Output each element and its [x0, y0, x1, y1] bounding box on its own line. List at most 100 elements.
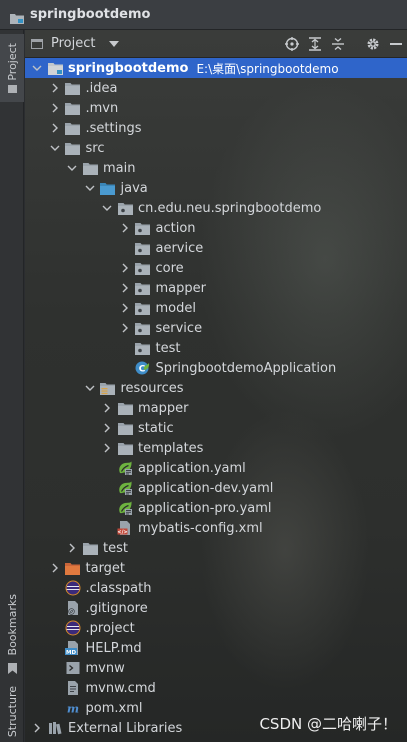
tree-node[interactable]: main: [25, 158, 407, 178]
tree-node-label: model: [155, 300, 196, 316]
chevron-right-icon[interactable]: [49, 118, 61, 138]
project-tool-tab[interactable]: Project: [0, 34, 24, 102]
tree-node[interactable]: cn.edu.neu.springbootdemo: [25, 198, 407, 218]
project-tool-icon: [7, 84, 17, 93]
tree-node[interactable]: .project: [25, 618, 407, 638]
tree-node[interactable]: </> mybatis-config.xml: [25, 518, 407, 538]
tree-node-label: src: [85, 140, 105, 156]
folder-res-icon: [100, 380, 116, 396]
tree-arrow-spacer: [49, 598, 61, 618]
chevron-down-icon[interactable]: [84, 378, 96, 398]
chevron-down-icon[interactable]: [31, 58, 43, 78]
expand-all-icon[interactable]: [303, 30, 326, 58]
eclipse-icon: [65, 580, 81, 596]
chevron-right-icon[interactable]: [119, 298, 131, 318]
chevron-right-icon[interactable]: [101, 398, 113, 418]
libraries-icon: [47, 720, 63, 736]
tree-node-label: springbootdemo: [68, 60, 189, 76]
tree-node[interactable]: .mvn: [25, 98, 407, 118]
tree-node[interactable]: MD HELP.md: [25, 638, 407, 658]
package-icon: [135, 240, 151, 256]
title-bar: springbootdemo: [0, 0, 407, 30]
project-folder-icon: [10, 9, 24, 24]
svg-text:</>: </>: [117, 530, 127, 536]
chevron-down-icon[interactable]: [101, 198, 113, 218]
chevron-right-icon[interactable]: [119, 218, 131, 238]
structure-tool-tab[interactable]: Structure: [0, 682, 24, 742]
tree-node[interactable]: .idea: [25, 78, 407, 98]
chevron-right-icon[interactable]: [31, 718, 43, 738]
tree-arrow-spacer: [49, 618, 61, 638]
tree-arrow-spacer: [119, 338, 131, 358]
tree-node[interactable]: aervice: [25, 238, 407, 258]
tree-node[interactable]: service: [25, 318, 407, 338]
text-icon: [65, 680, 81, 696]
left-tool-stripe: Project Bookmarks Structure: [0, 30, 24, 742]
tree-node[interactable]: target: [25, 558, 407, 578]
collapse-all-icon[interactable]: [326, 30, 349, 58]
tree-node-label: mvnw: [85, 660, 125, 676]
tree-node-label: HELP.md: [85, 640, 142, 656]
hide-panel-icon[interactable]: [384, 30, 407, 58]
tree-node-label: test: [155, 340, 181, 356]
tree-node[interactable]: .gitignore: [25, 598, 407, 618]
package-icon: [135, 340, 151, 356]
tree-node[interactable]: model: [25, 298, 407, 318]
tree-node[interactable]: static: [25, 418, 407, 438]
tree-node-label: .gitignore: [85, 600, 148, 616]
tree-node[interactable]: core: [25, 258, 407, 278]
tree-node[interactable]: test: [25, 538, 407, 558]
tree-node[interactable]: templates: [25, 438, 407, 458]
chevron-right-icon[interactable]: [101, 438, 113, 458]
structure-tool-tab-label: Structure: [5, 686, 19, 738]
tree-node[interactable]: mapper: [25, 278, 407, 298]
tree-node-label: action: [155, 220, 196, 236]
tree-node-label: target: [85, 560, 126, 576]
eclipse-icon: [65, 620, 81, 636]
chevron-right-icon[interactable]: [119, 258, 131, 278]
folder-target-icon: [65, 560, 81, 576]
tree-node[interactable]: resources: [25, 378, 407, 398]
tree-arrow-spacer: [101, 498, 113, 518]
locate-icon[interactable]: [280, 30, 303, 58]
tree-node[interactable]: test: [25, 338, 407, 358]
chevron-down-icon[interactable]: [84, 178, 96, 198]
module-icon: [47, 60, 63, 76]
gear-icon[interactable]: [361, 30, 384, 58]
project-view-selector[interactable]: Project: [31, 36, 120, 51]
tree-node[interactable]: action: [25, 218, 407, 238]
tree-node[interactable]: src: [25, 138, 407, 158]
tree-node-label: templates: [138, 440, 204, 456]
folder-icon: [117, 400, 133, 416]
chevron-right-icon[interactable]: [49, 78, 61, 98]
chevron-right-icon[interactable]: [119, 318, 131, 338]
tree-node-label: cn.edu.neu.springbootdemo: [138, 200, 322, 216]
chevron-right-icon[interactable]: [119, 278, 131, 298]
chevron-down-icon[interactable]: [66, 158, 78, 178]
tree-node-label: .settings: [85, 120, 142, 136]
chevron-right-icon[interactable]: [49, 98, 61, 118]
tree-node[interactable]: mvnw: [25, 658, 407, 678]
tree-node[interactable]: application.yaml: [25, 458, 407, 478]
tree-node[interactable]: mapper: [25, 398, 407, 418]
tree-node[interactable]: application-pro.yaml: [25, 498, 407, 518]
tree-node[interactable]: .settings: [25, 118, 407, 138]
tree-arrow-spacer: [119, 238, 131, 258]
tree-node[interactable]: mvnw.cmd: [25, 678, 407, 698]
package-icon: [135, 300, 151, 316]
tree-node[interactable]: application-dev.yaml: [25, 478, 407, 498]
chevron-right-icon[interactable]: [101, 418, 113, 438]
tree-node[interactable]: springbootdemo E:\桌面\springbootdemo: [25, 58, 407, 78]
tree-node[interactable]: .classpath: [25, 578, 407, 598]
project-view-label: Project: [51, 36, 96, 51]
tree-node[interactable]: java: [25, 178, 407, 198]
folder-src-icon: [100, 180, 116, 196]
bookmarks-tool-tab[interactable]: Bookmarks: [0, 590, 24, 682]
tree-node[interactable]: C SpringbootdemoApplication: [25, 358, 407, 378]
tree-arrow-spacer: [49, 578, 61, 598]
tree-node-label: .mvn: [85, 100, 119, 116]
toolbar-actions: [280, 30, 407, 58]
chevron-right-icon[interactable]: [49, 558, 61, 578]
chevron-right-icon[interactable]: [66, 538, 78, 558]
chevron-down-icon[interactable]: [49, 138, 61, 158]
